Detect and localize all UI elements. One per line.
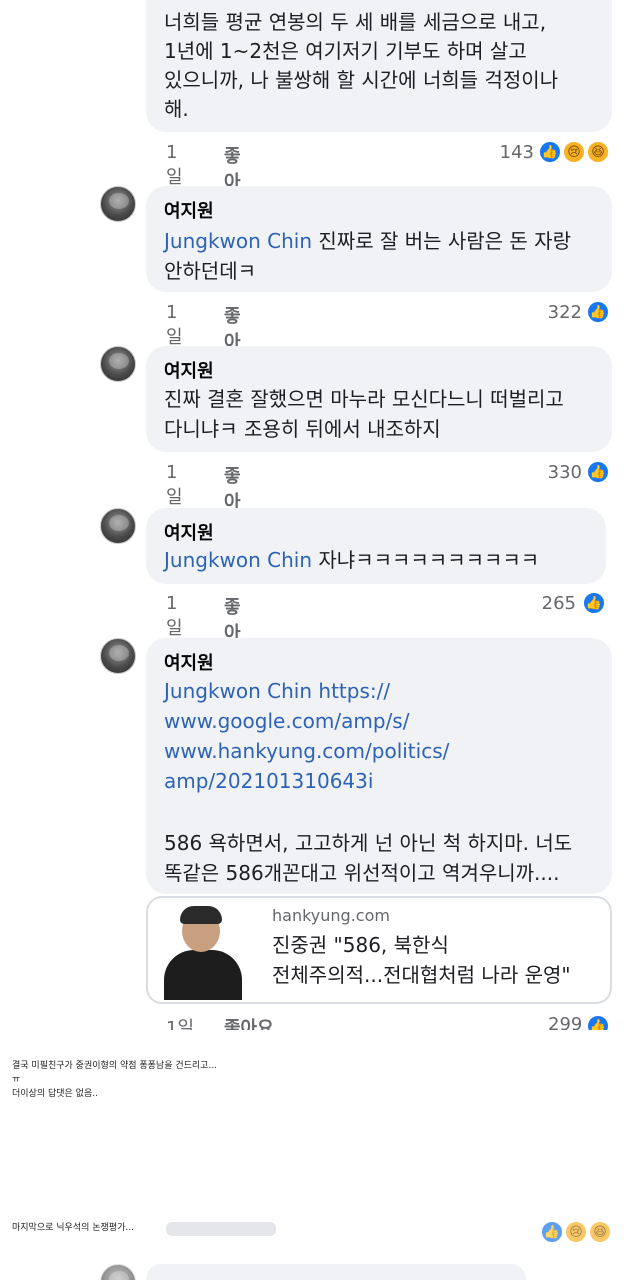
mention-link[interactable]: Jungkwon Chin — [164, 548, 312, 572]
avatar[interactable] — [100, 638, 136, 674]
comment-time[interactable]: 1일 — [166, 1014, 194, 1030]
comment-author[interactable]: 여지원 — [164, 519, 214, 545]
thumbs-up-icon: 👍 — [582, 591, 606, 615]
avatar — [100, 1264, 136, 1280]
reaction-count-2[interactable]: 330 — [526, 462, 582, 483]
comment-time[interactable]: 1일 — [166, 462, 183, 509]
comment-text-1-line1: Jungkwon Chin 진짜로 잘 버는 사람은 돈 자랑 — [164, 226, 571, 256]
comment-text-2-line1: 진짜 결혼 잘했으면 마누라 모신다느니 떠벌리고 — [164, 387, 564, 411]
comment-author[interactable]: 여지원 — [164, 649, 214, 675]
comment-text-top-line1: 너희들 평균 연봉의 두 세 배를 세금으로 내고, — [164, 10, 547, 34]
comment-text-4-line1: 586 욕하면서, 고고하게 넌 아닌 척 하지마. 너도 — [164, 831, 573, 855]
comment-author[interactable]: 여지원 — [164, 197, 214, 223]
comment-text-top-line3: 있으니까, 나 불쌍해 할 시간에 너희들 걱정이나 — [164, 68, 559, 92]
faded-meta-bar — [166, 1222, 276, 1236]
comment-text-4-line2: 똑같은 586개꼰대고 위선적이고 역겨우니까.... — [164, 861, 560, 885]
reaction-count-4[interactable]: 299 — [548, 1014, 582, 1030]
sad-face-icon: 😢 — [562, 140, 586, 164]
reaction-count-1[interactable]: 322 — [526, 302, 582, 323]
faded-bubble — [146, 1264, 526, 1280]
reaction-count-3[interactable]: 265 — [520, 593, 576, 614]
link-title-line2: 전체주의적...전대협처럼 나라 운영" — [272, 963, 571, 987]
avatar[interactable] — [100, 508, 136, 544]
url-link[interactable]: https:// — [312, 679, 390, 703]
comment-text: 진짜로 잘 버는 사람은 돈 자랑 — [312, 229, 571, 253]
next-screenshot-fragment: 👍 😢 😆 — [0, 1218, 640, 1280]
thumbs-up-icon: 👍 — [586, 1014, 610, 1030]
comment-time[interactable]: 1일 — [166, 142, 183, 189]
url-link[interactable]: www.hankyung.com/politics/ — [164, 736, 449, 766]
comment-text-1-line2: 안하던데ㅋ — [164, 259, 256, 283]
article-thumbnail — [158, 904, 248, 1000]
thumbs-up-icon: 👍 — [586, 300, 610, 324]
link-preview-card[interactable]: hankyung.com 진중권 "586, 북한식 전체주의적...전대협처럼… — [146, 896, 612, 1004]
laughing-face-icon: 😆 — [588, 1220, 612, 1244]
laughing-face-icon: 😆 — [586, 140, 610, 164]
thumbs-up-icon: 👍 — [540, 1220, 564, 1244]
facebook-comments-screenshot: 너희들 평균 연봉의 두 세 배를 세금으로 내고, 1년에 1~2천은 여기저… — [0, 0, 640, 1030]
caption-line: ㅠ — [12, 1075, 21, 1085]
sad-face-icon: 😢 — [564, 1220, 588, 1244]
comment-time[interactable]: 1일 — [166, 593, 183, 640]
comment-text: 자냐ㅋㅋㅋㅋㅋㅋㅋㅋㅋㅋ — [312, 548, 540, 572]
link-title: 진중권 "586, 북한식 전체주의적...전대협처럼 나라 운영" — [272, 930, 571, 990]
avatar[interactable] — [100, 346, 136, 382]
url-link[interactable]: amp/202101310643i — [164, 766, 373, 796]
thumbs-up-icon: 👍 — [538, 140, 562, 164]
link-title-line1: 진중권 "586, 북한식 — [272, 933, 449, 957]
comment-text-2-line2: 다니냐ㅋ 조용히 뒤에서 내조하지 — [164, 417, 441, 441]
link-domain: hankyung.com — [272, 906, 390, 925]
comment-text-3: Jungkwon Chin 자냐ㅋㅋㅋㅋㅋㅋㅋㅋㅋㅋ — [164, 545, 539, 575]
comment-author[interactable]: 여지원 — [164, 357, 214, 383]
comment-text-top-line4: 해. — [164, 97, 189, 121]
comment-meta-4-cut: 1일 좋아요 299 👍 — [0, 1014, 640, 1030]
comment-time[interactable]: 1일 — [166, 302, 183, 349]
caption-line: 더이상의 답댓은 없음.. — [12, 1089, 98, 1099]
mention-link[interactable]: Jungkwon Chin — [164, 679, 312, 703]
avatar[interactable] — [100, 186, 136, 222]
thumbs-up-icon: 👍 — [586, 460, 610, 484]
comment-link-line1: Jungkwon Chin https:// — [164, 676, 390, 706]
mention-link[interactable]: Jungkwon Chin — [164, 229, 312, 253]
reaction-count-top[interactable]: 143 — [478, 142, 534, 163]
comment-text-top-line2: 1년에 1~2천은 여기저기 기부도 하며 살고 — [164, 39, 527, 63]
url-link[interactable]: www.google.com/amp/s/ — [164, 706, 409, 736]
like-button[interactable]: 좋아요 — [224, 1014, 274, 1030]
caption-line: 결국 미필친구가 중권이형의 약점 퐁퐁남을 건드리고... — [12, 1061, 218, 1071]
